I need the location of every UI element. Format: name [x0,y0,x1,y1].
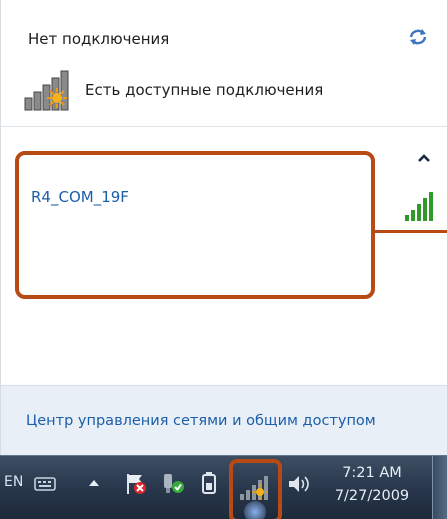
language-indicator[interactable]: EN [4,474,23,490]
keyboard-icon[interactable] [34,476,56,492]
action-center-flag-icon[interactable] [124,472,148,496]
show-hidden-icons-arrow-icon[interactable] [88,478,100,488]
clock[interactable]: 7:21 AM 7/27/2009 [320,462,424,512]
callout-connector-line [375,230,447,233]
available-connections-row: Есть доступные подключения [23,68,323,112]
wifi-signal-icon [405,192,433,221]
connection-status-header: Нет подключения Есть доступные подключен… [1,0,447,126]
network-name: R4_COM_19F [31,188,129,206]
taskbar-network-button[interactable] [229,459,282,519]
refresh-icon[interactable] [407,26,429,48]
volume-icon[interactable] [286,472,312,496]
safely-remove-hardware-icon[interactable] [160,472,186,496]
flyout-footer: Центр управления сетями и общим доступом [1,385,447,455]
available-connections-text: Есть доступные подключения [85,81,324,99]
wireless-network-list: R4_COM_19F [1,127,447,385]
network-item-r4-com-19f[interactable]: R4_COM_19F [15,151,375,299]
chevron-up-icon[interactable] [417,153,431,163]
network-sharing-center-link[interactable]: Центр управления сетями и общим доступом [26,413,376,429]
clock-time: 7:21 AM [342,465,402,481]
taskbar: EN 7:21 AM 7/27/2009 [0,455,447,519]
network-flyout: Нет подключения Есть доступные подключен… [0,0,447,455]
connection-status-title: Нет подключения [28,30,170,48]
wireless-bars-sunburst-icon [24,70,69,111]
clock-date: 7/27/2009 [334,488,410,504]
show-desktop-button[interactable] [432,456,447,519]
network-no-connection-icon [240,476,268,500]
button-glow [244,501,266,519]
battery-icon[interactable] [201,471,217,495]
